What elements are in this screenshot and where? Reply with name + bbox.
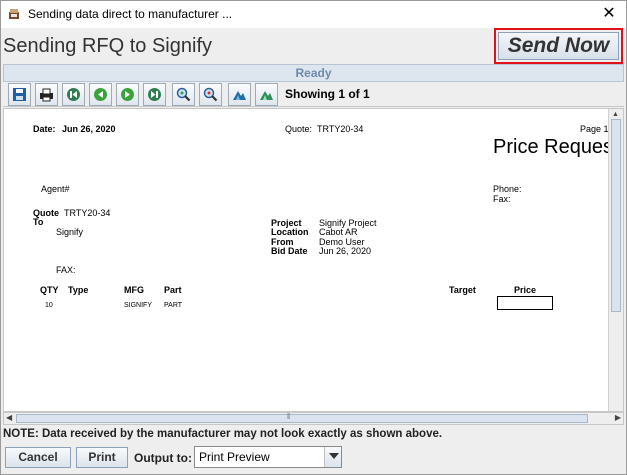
zoom-in-icon (176, 87, 191, 102)
save-icon (13, 88, 26, 101)
zoom-in-button[interactable] (172, 83, 195, 106)
col-type: Type (68, 285, 89, 295)
document-title: Price Request (493, 136, 619, 158)
col-price: Price (514, 285, 537, 295)
last-page-button[interactable] (143, 83, 166, 106)
horizontal-scroll-thumb[interactable] (16, 414, 588, 423)
window-title: Sending data direct to manufacturer ... (28, 7, 233, 21)
print-icon (40, 88, 53, 102)
phone-label: Phone: (493, 184, 522, 194)
zoom-out-button[interactable] (199, 83, 222, 106)
output-select-value: Print Preview (199, 450, 270, 464)
fit-width-button[interactable] (228, 83, 251, 106)
next-page-button[interactable] (116, 83, 139, 106)
fit-page-button[interactable] (255, 83, 278, 106)
chevron-down-icon[interactable] (324, 447, 341, 467)
agent-label: Agent# (41, 184, 70, 194)
previous-page-button[interactable] (89, 83, 112, 106)
page-number: Page 1/ (580, 124, 612, 134)
send-now-highlight: Send Now (494, 28, 623, 64)
bid-date-label: Bid Date (271, 246, 308, 256)
next-page-icon (121, 88, 134, 101)
quote-value: TRTY20-34 (317, 124, 364, 134)
quote-to-value: TRTY20-34 (64, 208, 111, 218)
quote-to-label-2: To (33, 217, 44, 227)
price-input-box (497, 296, 553, 310)
scroll-right-icon[interactable]: ▶ (615, 413, 621, 422)
col-target: Target (449, 285, 476, 295)
row-part: PART (164, 302, 183, 309)
page-title: Sending RFQ to Signify (3, 35, 212, 57)
close-icon[interactable]: ✕ (598, 3, 620, 25)
first-page-button[interactable] (62, 83, 85, 106)
scroll-left-icon[interactable]: ◀ (6, 413, 12, 422)
rfq-document: Date: Jun 26, 2020 Quote: TRTY20-34 Page… (4, 109, 619, 411)
previous-page-icon (94, 88, 107, 101)
page-count-label: Showing 1 of 1 (285, 87, 370, 101)
scroll-grip-icon: ⦀ (287, 412, 291, 421)
title-bar: Sending data direct to manufacturer ... … (1, 1, 626, 28)
disclaimer-note: NOTE: Data received by the manufacturer … (3, 428, 443, 440)
fax-label-2: FAX: (56, 265, 76, 275)
vertical-scrollbar[interactable]: ▲ (608, 109, 623, 411)
col-qty: QTY (40, 285, 59, 295)
dialog-window: Sending data direct to manufacturer ... … (0, 0, 627, 475)
location-label: Location (271, 227, 309, 237)
last-page-icon (148, 88, 161, 101)
horizontal-scrollbar[interactable]: ◀ ⦀ ▶ (3, 412, 624, 425)
col-mfg: MFG (124, 285, 144, 295)
preview-toolbar: Showing 1 of 1 (3, 82, 624, 107)
col-part: Part (164, 285, 182, 295)
fit-page-icon (260, 91, 273, 100)
output-to-label: Output to: (134, 451, 192, 465)
date-label: Date: (33, 124, 56, 134)
location-value: Cabot AR (319, 227, 358, 237)
zoom-out-icon (203, 87, 218, 102)
print-button-footer[interactable]: Print (76, 447, 128, 468)
cancel-button[interactable]: Cancel (5, 447, 71, 468)
quote-to-name: Signify (56, 227, 84, 237)
print-button[interactable] (35, 83, 58, 106)
app-icon (9, 9, 19, 19)
save-button[interactable] (8, 83, 31, 106)
status-bar: Ready (3, 64, 624, 82)
vertical-scroll-thumb[interactable] (611, 119, 621, 312)
row-qty: 10 (45, 302, 53, 309)
header: Sending RFQ to Signify Send Now (1, 28, 626, 64)
document-preview[interactable]: Date: Jun 26, 2020 Quote: TRTY20-34 Page… (3, 108, 624, 412)
output-select[interactable]: Print Preview (194, 446, 342, 468)
first-page-icon (67, 88, 80, 101)
date-value: Jun 26, 2020 (62, 124, 116, 134)
row-mfg: SIGNIFY (124, 302, 153, 309)
fit-width-icon (233, 91, 246, 100)
fax-label: Fax: (493, 194, 511, 204)
send-now-button[interactable]: Send Now (498, 32, 619, 60)
bid-date-value: Jun 26, 2020 (319, 246, 372, 256)
quote-label: Quote: (285, 124, 313, 134)
scroll-up-icon[interactable]: ▲ (612, 111, 619, 118)
